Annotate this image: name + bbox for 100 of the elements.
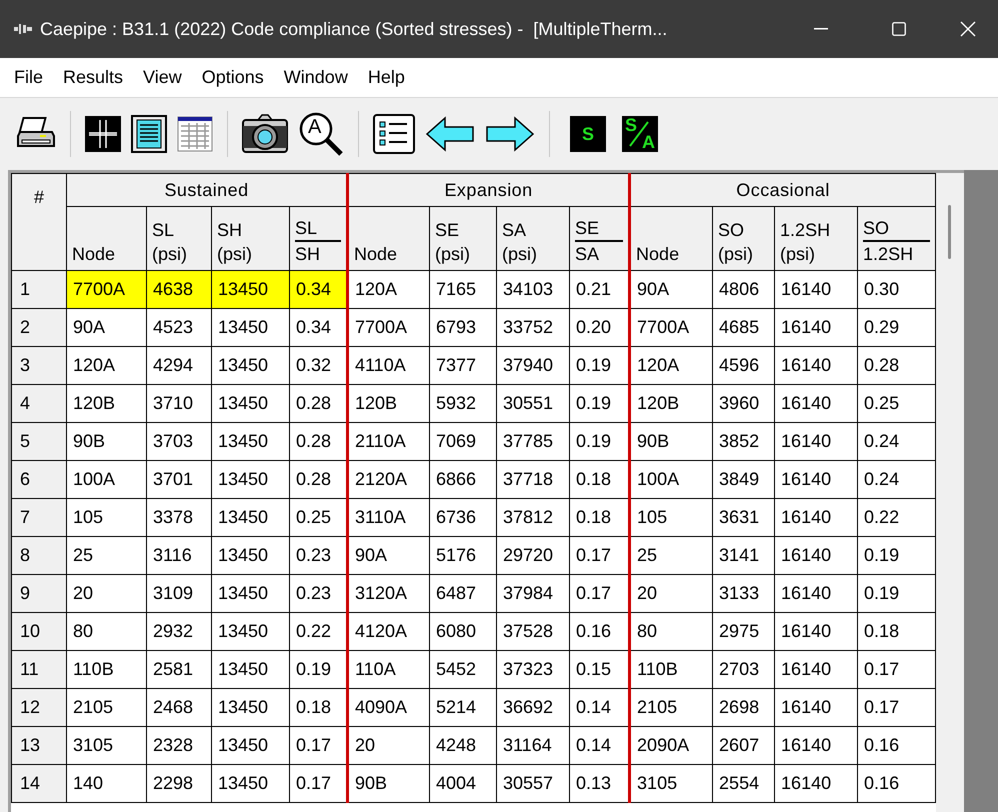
window-title: Caepipe : B31.1 (2022) Code compliance (Sorted stresses) - [MultipleTherm... (40, 18, 668, 41)
group-header: Sustained (66, 174, 348, 206)
table-cell: 5214 (430, 688, 496, 726)
scrollbar-thumb[interactable] (948, 205, 952, 259)
table-cell: 4523 (146, 308, 212, 346)
table-cell: 80 (630, 612, 713, 650)
table-cell: 4294 (146, 346, 212, 384)
table-cell: 3849 (712, 460, 775, 498)
row-number: 7 (12, 498, 66, 536)
menu-item[interactable]: Options (192, 64, 274, 91)
table-cell: 0.15 (570, 650, 630, 688)
table-cell: 0.28 (290, 384, 348, 422)
table-cell: 13450 (212, 460, 290, 498)
close-icon (960, 21, 976, 37)
table-cell: 16140 (774, 650, 858, 688)
document-icon[interactable] (131, 115, 167, 153)
table-cell: 0.18 (290, 688, 348, 726)
table-cell: 0.19 (570, 422, 630, 460)
table-cell: 110B (66, 650, 146, 688)
table-cell: 4596 (712, 346, 775, 384)
table-cell: 2105 (630, 688, 713, 726)
table-cell: 0.16 (858, 764, 936, 802)
table-cell: 3703 (146, 422, 212, 460)
table-cell: 16140 (774, 498, 858, 536)
table-cell: 0.32 (290, 346, 348, 384)
menu-item[interactable]: Window (274, 64, 358, 91)
table-cell: 0.19 (570, 346, 630, 384)
table-cell: 5176 (430, 536, 496, 574)
table-cell: 0.19 (570, 384, 630, 422)
column-header: SO 1.2SH (858, 206, 936, 270)
table-cell: 3109 (146, 574, 212, 612)
table-cell: 0.23 (290, 536, 348, 574)
row-number: 10 (12, 612, 66, 650)
table-cell: 120A (630, 346, 713, 384)
list-icon[interactable] (373, 114, 415, 154)
table-cell: 0.14 (570, 688, 630, 726)
stress-ratio-button[interactable]: S A (622, 116, 658, 152)
table-icon[interactable] (177, 116, 213, 152)
column-header: SH (psi) (212, 206, 290, 270)
column-header: SE (psi) (430, 206, 496, 270)
menu-item[interactable]: View (133, 64, 192, 91)
table-cell: 2105 (66, 688, 146, 726)
table-cell: 3141 (712, 536, 775, 574)
minimize-icon (814, 28, 828, 30)
row-number: 12 (12, 688, 66, 726)
table-cell: 120B (630, 384, 713, 422)
table-cell: 3105 (630, 764, 713, 802)
menu-item[interactable]: Help (358, 64, 415, 91)
menu-item[interactable]: File (4, 64, 54, 91)
grid-icon[interactable] (85, 116, 121, 152)
table-cell: 0.25 (290, 498, 348, 536)
column-header: SL (psi) (146, 206, 212, 270)
menu-item[interactable]: Results (53, 64, 134, 91)
vertical-scrollbar[interactable] (936, 173, 964, 812)
group-header: Expansion (348, 174, 630, 206)
table-cell: 0.16 (858, 726, 936, 764)
table-cell: 4090A (348, 688, 430, 726)
table-cell: 0.22 (290, 612, 348, 650)
table-cell: 4248 (430, 726, 496, 764)
table-cell: 5932 (430, 384, 496, 422)
table-cell: 13450 (212, 422, 290, 460)
table-cell: 2120A (348, 460, 430, 498)
table-cell: 6866 (430, 460, 496, 498)
table-cell: 16140 (774, 688, 858, 726)
table-cell: 6487 (430, 574, 496, 612)
table-cell: 0.28 (290, 460, 348, 498)
table-cell: 0.16 (570, 612, 630, 650)
table-cell: 13450 (212, 346, 290, 384)
table-cell: 120B (348, 384, 430, 422)
camera-icon[interactable] (242, 114, 288, 154)
table-cell: 7377 (430, 346, 496, 384)
table-cell: 120A (66, 346, 146, 384)
table-cell: 0.18 (570, 498, 630, 536)
table-cell: 16140 (774, 764, 858, 802)
stress-button[interactable]: S (570, 116, 606, 152)
row-number: 5 (12, 422, 66, 460)
row-number: 9 (12, 574, 66, 612)
table-cell: 6793 (430, 308, 496, 346)
table-cell: 100A (66, 460, 146, 498)
table-cell: 110A (348, 650, 430, 688)
table-cell: 3631 (712, 498, 775, 536)
table-cell: 90A (348, 536, 430, 574)
right-arrow-icon[interactable] (485, 116, 535, 152)
column-header: Node (348, 206, 430, 270)
table-cell: 2607 (712, 726, 775, 764)
table-cell: 13450 (212, 612, 290, 650)
table-cell: 16140 (774, 270, 858, 308)
table-cell: 37323 (496, 650, 570, 688)
table-cell: 7069 (430, 422, 496, 460)
left-arrow-icon[interactable] (425, 116, 475, 152)
table-cell: 36692 (496, 688, 570, 726)
table-cell: 16140 (774, 574, 858, 612)
table-cell: 0.14 (570, 726, 630, 764)
table-cell: 0.34 (290, 270, 348, 308)
table-cell: 4120A (348, 612, 430, 650)
table-cell: 13450 (212, 650, 290, 688)
table-cell: 3378 (146, 498, 212, 536)
table-cell: 4110A (348, 346, 430, 384)
table-cell: 0.21 (570, 270, 630, 308)
table-cell: 2298 (146, 764, 212, 802)
